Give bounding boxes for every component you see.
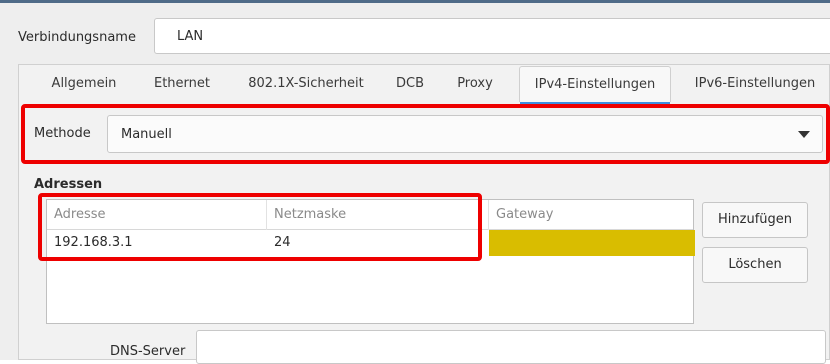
connection-name-label: Verbindungsname bbox=[18, 30, 136, 45]
column-header-netmask[interactable]: Netzmaske bbox=[267, 200, 489, 230]
column-header-gateway[interactable]: Gateway bbox=[489, 200, 695, 230]
connection-name-field[interactable]: LAN bbox=[154, 18, 830, 54]
method-selected-value: Manuell bbox=[121, 127, 172, 142]
delete-address-button[interactable]: Löschen bbox=[702, 247, 808, 283]
dns-server-label: DNS-Server bbox=[110, 344, 186, 359]
addresses-title: Adressen bbox=[34, 177, 103, 192]
gateway-cell[interactable] bbox=[489, 230, 695, 256]
dropdown-arrow-icon bbox=[798, 131, 810, 138]
method-label: Methode bbox=[34, 126, 91, 141]
tab-8021x-security[interactable]: 802.1X-Sicherheit bbox=[229, 66, 383, 102]
tab-proxy[interactable]: Proxy bbox=[443, 66, 507, 102]
column-header-address[interactable]: Adresse bbox=[47, 200, 267, 230]
tab-ethernet[interactable]: Ethernet bbox=[139, 66, 225, 102]
netmask-cell[interactable]: 24 bbox=[267, 230, 489, 256]
connection-name-value: LAN bbox=[177, 29, 204, 44]
tab-general[interactable]: Allgemein bbox=[33, 66, 135, 102]
address-cell[interactable]: 192.168.3.1 bbox=[47, 230, 267, 256]
add-address-button[interactable]: Hinzufügen bbox=[702, 202, 808, 238]
method-dropdown[interactable]: Manuell bbox=[107, 115, 823, 153]
dns-server-field[interactable] bbox=[196, 330, 826, 364]
tab-ipv4-settings[interactable]: IPv4-Einstellungen bbox=[519, 66, 671, 105]
addresses-table: Adresse Netzmaske Gateway 192.168.3.1 24 bbox=[46, 199, 695, 324]
tab-ipv6-settings[interactable]: IPv6-Einstellungen bbox=[681, 66, 829, 102]
tab-bar: Allgemein Ethernet 802.1X-Sicherheit DCB… bbox=[19, 66, 829, 106]
tab-dcb[interactable]: DCB bbox=[383, 66, 437, 102]
